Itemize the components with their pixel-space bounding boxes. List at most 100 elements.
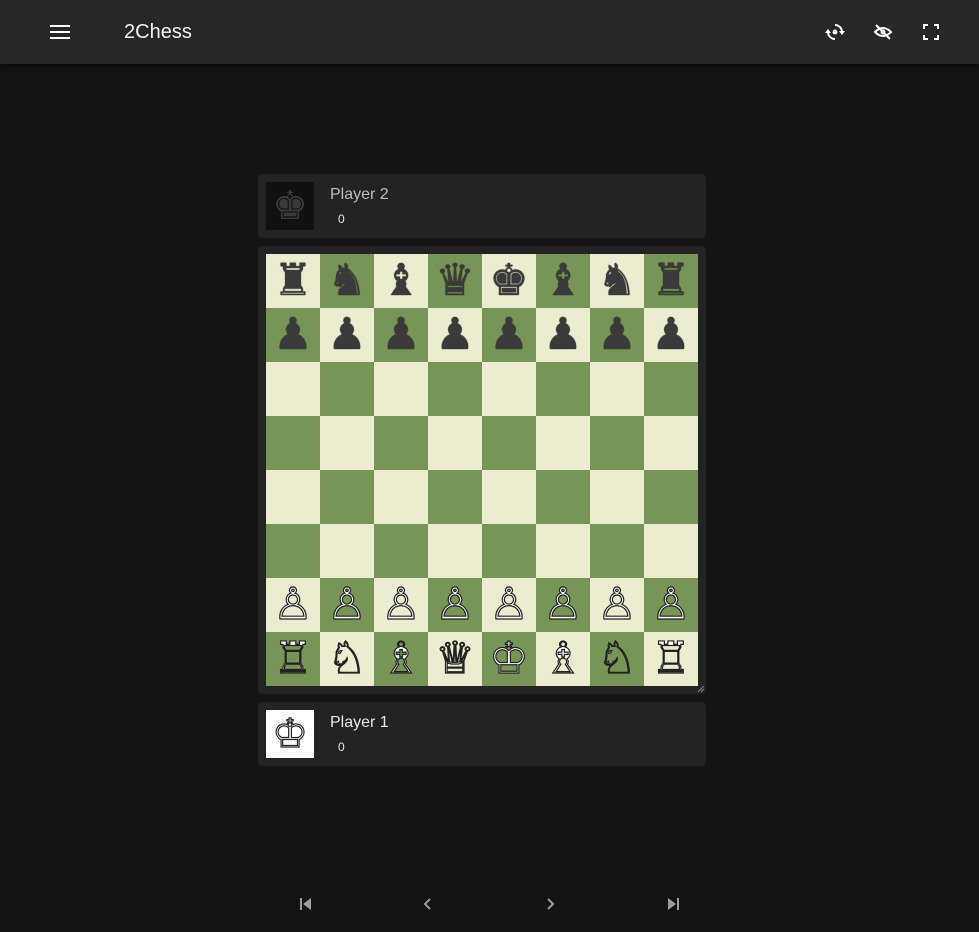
square-a5[interactable]	[266, 416, 320, 470]
square-d2[interactable]: ♙	[428, 578, 482, 632]
flip-board-button[interactable]	[811, 8, 859, 56]
square-h8[interactable]: ♜	[644, 254, 698, 308]
white-pawn-icon[interactable]: ♙	[374, 578, 428, 632]
next-move-button[interactable]	[526, 880, 574, 928]
square-f7[interactable]: ♟	[536, 308, 590, 362]
square-b1[interactable]: ♘	[320, 632, 374, 686]
fullscreen-button[interactable]	[907, 8, 955, 56]
first-move-button[interactable]	[282, 880, 330, 928]
square-e8[interactable]: ♚	[482, 254, 536, 308]
square-b5[interactable]	[320, 416, 374, 470]
square-f5[interactable]	[536, 416, 590, 470]
square-d4[interactable]	[428, 470, 482, 524]
square-b4[interactable]	[320, 470, 374, 524]
black-king-icon[interactable]: ♚	[482, 254, 536, 308]
black-pawn-icon[interactable]: ♟	[536, 308, 590, 362]
white-pawn-icon[interactable]: ♙	[644, 578, 698, 632]
black-bishop-icon[interactable]: ♝	[374, 254, 428, 308]
white-bishop-icon[interactable]: ♗	[536, 632, 590, 686]
square-a6[interactable]	[266, 362, 320, 416]
square-h5[interactable]	[644, 416, 698, 470]
square-e1[interactable]: ♔	[482, 632, 536, 686]
black-pawn-icon[interactable]: ♟	[266, 308, 320, 362]
hide-button[interactable]	[859, 8, 907, 56]
square-f2[interactable]: ♙	[536, 578, 590, 632]
white-knight-icon[interactable]: ♘	[320, 632, 374, 686]
black-pawn-icon[interactable]: ♟	[644, 308, 698, 362]
square-g4[interactable]	[590, 470, 644, 524]
black-pawn-icon[interactable]: ♟	[320, 308, 374, 362]
square-c8[interactable]: ♝	[374, 254, 428, 308]
square-b6[interactable]	[320, 362, 374, 416]
square-g8[interactable]: ♞	[590, 254, 644, 308]
square-b8[interactable]: ♞	[320, 254, 374, 308]
square-h6[interactable]	[644, 362, 698, 416]
square-c4[interactable]	[374, 470, 428, 524]
square-e2[interactable]: ♙	[482, 578, 536, 632]
square-g3[interactable]	[590, 524, 644, 578]
square-c2[interactable]: ♙	[374, 578, 428, 632]
white-queen-icon[interactable]: ♕	[428, 632, 482, 686]
square-b7[interactable]: ♟	[320, 308, 374, 362]
white-pawn-icon[interactable]: ♙	[428, 578, 482, 632]
chess-board[interactable]: ♜ ♞ ♝ ♛ ♚ ♝ ♞ ♜ ♟ ♟ ♟ ♟ ♟ ♟ ♟ ♟ ♙ ♙ ♙ ♙ ♙ ♙ ♙ ♙ ♖ ♘ ♗ ♕ ♔ ♗ ♘ ♖	[266, 254, 698, 686]
square-d6[interactable]	[428, 362, 482, 416]
square-f1[interactable]: ♗	[536, 632, 590, 686]
white-king-icon[interactable]: ♔	[482, 632, 536, 686]
square-f3[interactable]	[536, 524, 590, 578]
square-g5[interactable]	[590, 416, 644, 470]
black-pawn-icon[interactable]: ♟	[590, 308, 644, 362]
square-d5[interactable]	[428, 416, 482, 470]
square-e7[interactable]: ♟	[482, 308, 536, 362]
white-pawn-icon[interactable]: ♙	[320, 578, 374, 632]
black-pawn-icon[interactable]: ♟	[482, 308, 536, 362]
square-e3[interactable]	[482, 524, 536, 578]
square-g1[interactable]: ♘	[590, 632, 644, 686]
square-h7[interactable]: ♟	[644, 308, 698, 362]
black-pawn-icon[interactable]: ♟	[428, 308, 482, 362]
square-c5[interactable]	[374, 416, 428, 470]
square-f8[interactable]: ♝	[536, 254, 590, 308]
square-g6[interactable]	[590, 362, 644, 416]
square-g7[interactable]: ♟	[590, 308, 644, 362]
black-pawn-icon[interactable]: ♟	[374, 308, 428, 362]
square-c6[interactable]	[374, 362, 428, 416]
black-queen-icon[interactable]: ♛	[428, 254, 482, 308]
white-knight-icon[interactable]: ♘	[590, 632, 644, 686]
square-d7[interactable]: ♟	[428, 308, 482, 362]
square-a1[interactable]: ♖	[266, 632, 320, 686]
menu-button[interactable]	[36, 8, 84, 56]
square-h2[interactable]: ♙	[644, 578, 698, 632]
square-a7[interactable]: ♟	[266, 308, 320, 362]
white-pawn-icon[interactable]: ♙	[266, 578, 320, 632]
square-e4[interactable]	[482, 470, 536, 524]
white-rook-icon[interactable]: ♖	[644, 632, 698, 686]
square-a8[interactable]: ♜	[266, 254, 320, 308]
square-a4[interactable]	[266, 470, 320, 524]
square-h4[interactable]	[644, 470, 698, 524]
resize-grip-icon[interactable]	[697, 685, 705, 693]
black-knight-icon[interactable]: ♞	[320, 254, 374, 308]
black-rook-icon[interactable]: ♜	[644, 254, 698, 308]
white-pawn-icon[interactable]: ♙	[482, 578, 536, 632]
square-a3[interactable]	[266, 524, 320, 578]
last-move-button[interactable]	[649, 880, 697, 928]
white-pawn-icon[interactable]: ♙	[536, 578, 590, 632]
square-g2[interactable]: ♙	[590, 578, 644, 632]
square-h3[interactable]	[644, 524, 698, 578]
square-c7[interactable]: ♟	[374, 308, 428, 362]
square-d8[interactable]: ♛	[428, 254, 482, 308]
square-e6[interactable]	[482, 362, 536, 416]
square-d1[interactable]: ♕	[428, 632, 482, 686]
white-bishop-icon[interactable]: ♗	[374, 632, 428, 686]
square-c3[interactable]	[374, 524, 428, 578]
black-rook-icon[interactable]: ♜	[266, 254, 320, 308]
square-f4[interactable]	[536, 470, 590, 524]
white-pawn-icon[interactable]: ♙	[590, 578, 644, 632]
previous-move-button[interactable]	[404, 880, 452, 928]
white-rook-icon[interactable]: ♖	[266, 632, 320, 686]
square-e5[interactable]	[482, 416, 536, 470]
square-f6[interactable]	[536, 362, 590, 416]
square-h1[interactable]: ♖	[644, 632, 698, 686]
square-a2[interactable]: ♙	[266, 578, 320, 632]
